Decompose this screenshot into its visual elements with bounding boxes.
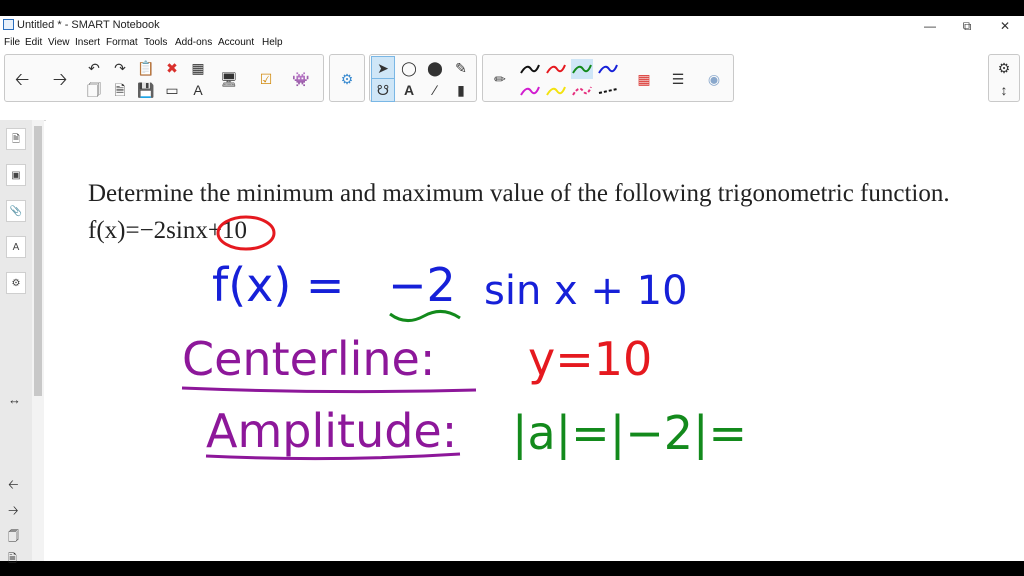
window-title: Untitled * - SMART Notebook <box>17 19 160 31</box>
title-bar: Untitled * - SMART Notebook — ⧉ ✕ <box>0 16 1024 36</box>
response-icon[interactable]: ☑ <box>255 68 277 90</box>
restore-icon[interactable]: ⧉ <box>952 17 982 35</box>
line-icon[interactable]: ∕ <box>424 79 446 101</box>
pen-green-icon[interactable] <box>571 59 593 79</box>
pen-yellow-icon[interactable] <box>545 81 567 101</box>
scrollbar[interactable] <box>32 120 44 561</box>
back-icon[interactable]: 🡠 <box>11 68 33 90</box>
attachments-icon[interactable]: 📎 <box>6 200 26 222</box>
move-toolbar-icon[interactable]: ↕ <box>993 79 1015 101</box>
scrollbar-thumb[interactable] <box>34 126 42 396</box>
properties-icon[interactable]: A <box>6 236 26 258</box>
question-text: Determine the minimum and maximum value … <box>88 180 950 207</box>
centerline-label: Centerline: <box>182 332 436 386</box>
add-page-icon[interactable]: 🗍 <box>83 79 105 101</box>
amplitude-value: |a|=|−2|= <box>512 406 748 460</box>
multi-pen-icon[interactable]: ☋ <box>371 78 395 102</box>
page-sorter-icon[interactable]: 🗎 <box>6 128 26 150</box>
addons-icon[interactable]: ⚙ <box>6 272 26 294</box>
minimize-icon[interactable]: — <box>915 17 945 35</box>
redo-icon[interactable]: ↷ <box>109 57 131 79</box>
pen-black-icon[interactable] <box>519 59 541 79</box>
pen-red-icon[interactable] <box>545 59 567 79</box>
menu-view[interactable]: View <box>48 37 70 48</box>
settings-icon[interactable]: ⚙ <box>993 57 1015 79</box>
green-underline-annotation <box>389 310 461 322</box>
delete-page-icon[interactable]: 🗎 <box>109 79 131 101</box>
shapes-icon[interactable]: ◯ <box>398 57 420 79</box>
toolbar-group-main: 🡠 🡢 ↶ ↷ 📋 ✖ ▦ 🗍 🗎 💾 ▭ A 🖥 ☑ 👾 <box>4 54 324 102</box>
pen-icon[interactable]: ✏ <box>489 68 511 90</box>
gallery-icon[interactable]: ▣ <box>6 164 26 186</box>
pen-pink-icon[interactable] <box>571 81 593 101</box>
toolbar: 🡠 🡢 ↶ ↷ 📋 ✖ ▦ 🗍 🗎 💾 ▭ A 🖥 ☑ 👾 ⚙ ➤ ◯ ⬤ ✎ … <box>0 52 1024 121</box>
smart-notebook-icon <box>3 19 14 30</box>
menu-account[interactable]: Account <box>218 37 254 48</box>
pen-blue-icon[interactable] <box>597 59 619 79</box>
handwriting-icon[interactable]: A <box>187 79 209 101</box>
centerline-value: y=10 <box>528 332 653 386</box>
menu-addons[interactable]: Add-ons <box>175 37 212 48</box>
screen-shade-icon[interactable]: ▭ <box>161 79 183 101</box>
menu-bar: File Edit View Insert Format Tools Add-o… <box>0 36 1024 52</box>
fill-icon[interactable]: ⬤ <box>424 57 446 79</box>
sidebar-resize-icon[interactable]: ↔ <box>8 392 21 407</box>
handwritten-function-rhs: sin x + 10 <box>484 268 688 314</box>
toolbar-group-tools: ➤ ◯ ⬤ ✎ ☋ A ∕ ▮ <box>369 54 477 102</box>
eraser-icon[interactable]: ▮ <box>450 79 472 101</box>
handwritten-coefficient: −2 <box>388 258 456 312</box>
close-icon[interactable]: ✕ <box>990 17 1020 35</box>
document-camera-icon[interactable]: 🖥 <box>218 68 240 90</box>
menu-file[interactable]: File <box>4 37 20 48</box>
lesson-activity-icon[interactable]: ⚙ <box>336 68 358 90</box>
remove-page-icon[interactable]: 🗎 <box>8 550 17 569</box>
menu-help[interactable]: Help <box>262 37 283 48</box>
menu-tools[interactable]: Tools <box>144 37 167 48</box>
toolbar-group-pens: ✏ ▦ ☰ ◉ <box>482 54 734 102</box>
fill-effects-icon[interactable]: ◉ <box>703 68 725 90</box>
magic-pen-icon[interactable]: ✎ <box>450 57 472 79</box>
pen-dash-icon[interactable] <box>597 81 619 101</box>
pen-magenta-icon[interactable] <box>519 81 541 101</box>
save-icon[interactable]: 💾 <box>135 79 157 101</box>
app-window: Untitled * - SMART Notebook — ⧉ ✕ File E… <box>0 16 1024 565</box>
toolbar-group-settings: ⚙ ↕ <box>988 54 1020 102</box>
paste-icon[interactable]: 📋 <box>135 57 157 79</box>
line-style-icon[interactable]: ☰ <box>667 68 689 90</box>
centerline-underline <box>181 386 477 394</box>
delete-icon[interactable]: ✖ <box>161 57 183 79</box>
insert-page-icon[interactable]: 🗍 <box>8 528 19 547</box>
menu-insert[interactable]: Insert <box>75 37 100 48</box>
red-circle-annotation <box>216 215 276 251</box>
undo-icon[interactable]: ↶ <box>83 57 105 79</box>
next-page-icon[interactable]: 🡢 <box>8 502 19 524</box>
previous-page-icon[interactable]: 🡠 <box>8 476 19 498</box>
menu-format[interactable]: Format <box>106 37 138 48</box>
addon-icon[interactable]: 👾 <box>290 68 312 90</box>
toolbar-group-lab: ⚙ <box>329 54 365 102</box>
menu-edit[interactable]: Edit <box>25 37 42 48</box>
text-icon[interactable]: A <box>398 79 420 101</box>
handwritten-function-lhs: f(x) = <box>212 258 345 312</box>
table-icon[interactable]: ▦ <box>187 57 209 79</box>
notebook-page[interactable]: Determine the minimum and maximum value … <box>46 120 1024 561</box>
amplitude-underline <box>205 452 461 461</box>
select-icon[interactable]: ➤ <box>371 56 395 80</box>
sidebar: 🗎 ▣ 📎 A ⚙ ↔ 🡠 🡢 🗍 🗎 <box>0 120 33 565</box>
forward-icon[interactable]: 🡢 <box>49 68 71 90</box>
color-palette-icon[interactable]: ▦ <box>633 68 655 90</box>
